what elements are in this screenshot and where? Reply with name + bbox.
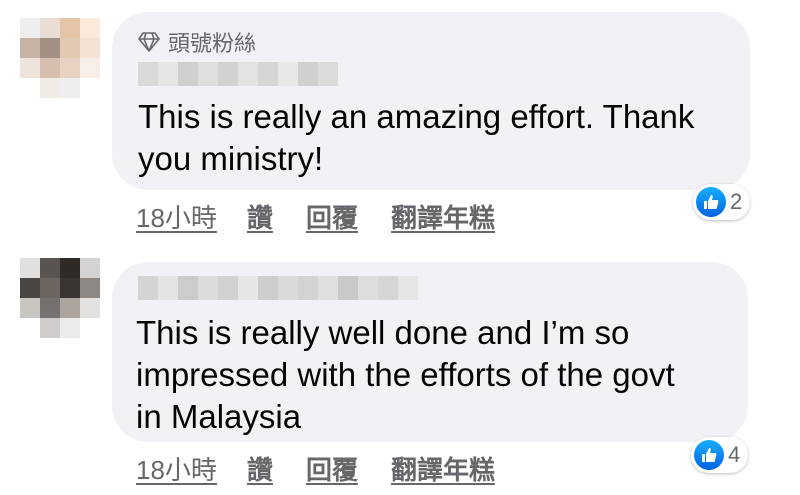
avatar[interactable] — [20, 18, 100, 98]
like-button[interactable]: 讚 — [247, 450, 273, 487]
commenter-name-redacted[interactable] — [138, 62, 338, 86]
comment-text-line: This is really well done and I’m so — [136, 314, 630, 351]
reaction-count[interactable]: 4 — [691, 437, 749, 473]
comment-text-line: This is really an amazing effort. Thank — [138, 98, 695, 135]
avatar[interactable] — [20, 258, 100, 338]
like-thumb-icon — [694, 440, 724, 470]
reaction-number: 2 — [730, 189, 743, 214]
comment-text-line: you ministry! — [138, 140, 324, 177]
comment-text: This is really an amazing effort. Thank … — [138, 96, 694, 180]
timestamp-link[interactable]: 18小時 — [136, 450, 217, 487]
timestamp-link[interactable]: 18小時 — [136, 198, 217, 235]
reaction-number: 4 — [728, 442, 741, 467]
comment-text-line: in Malaysia — [136, 398, 302, 435]
comment-text-line: impressed with the efforts of the govt — [136, 356, 675, 393]
like-button[interactable]: 讚 — [247, 198, 273, 235]
translate-button[interactable]: 翻譯年糕 — [391, 198, 495, 235]
commenter-name-redacted[interactable] — [138, 276, 418, 300]
comment-actions: 18小時 讚 回覆 翻譯年糕 — [136, 198, 495, 235]
reply-button[interactable]: 回覆 — [306, 198, 358, 235]
translate-button[interactable]: 翻譯年糕 — [391, 450, 495, 487]
comment-text: This is really well done and I’m so impr… — [136, 312, 675, 438]
top-fan-badge: 頭號粉絲 — [138, 26, 256, 58]
reply-button[interactable]: 回覆 — [306, 450, 358, 487]
like-thumb-icon — [696, 187, 726, 217]
badge-label: 頭號粉絲 — [168, 31, 257, 56]
comment-actions: 18小時 讚 回覆 翻譯年糕 — [136, 450, 495, 487]
diamond-icon — [138, 32, 160, 52]
reaction-count[interactable]: 2 — [693, 184, 751, 220]
